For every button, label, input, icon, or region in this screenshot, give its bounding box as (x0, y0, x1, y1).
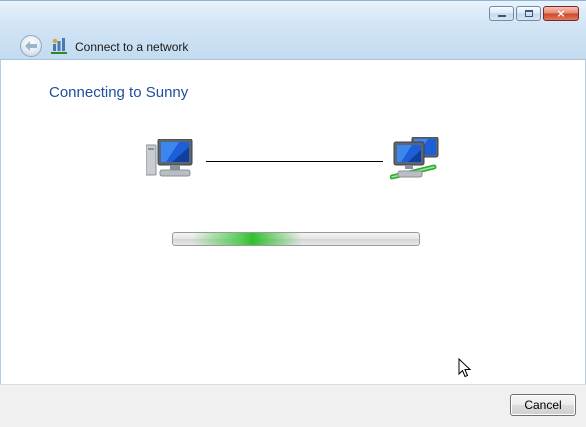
connect-to-network-window: × Connect to a network Connecting to Sun… (0, 0, 586, 427)
computer-icon (146, 139, 193, 177)
maximize-button[interactable] (516, 6, 541, 21)
maximize-icon (525, 10, 533, 17)
close-button[interactable]: × (543, 6, 579, 21)
connection-progress-bar (172, 232, 420, 246)
progress-indicator (191, 233, 302, 245)
window-left-border (0, 60, 1, 427)
command-area: Cancel (0, 384, 586, 427)
minimize-icon (498, 15, 506, 17)
window-title: Connect to a network (75, 40, 189, 54)
caption-buttons: × (489, 6, 579, 21)
network-computers-icon (390, 137, 439, 180)
back-arrow-icon (25, 41, 37, 51)
window-top-edge (0, 0, 586, 1)
back-button[interactable] (20, 35, 42, 57)
mouse-pointer-icon (458, 358, 472, 378)
connection-line (206, 161, 383, 162)
close-icon: × (556, 7, 566, 20)
cancel-button[interactable]: Cancel (510, 394, 576, 416)
page-heading: Connecting to Sunny (49, 84, 189, 101)
network-connection-icon (51, 38, 67, 54)
title-bar: × Connect to a network (0, 0, 586, 60)
minimize-button[interactable] (489, 6, 514, 21)
